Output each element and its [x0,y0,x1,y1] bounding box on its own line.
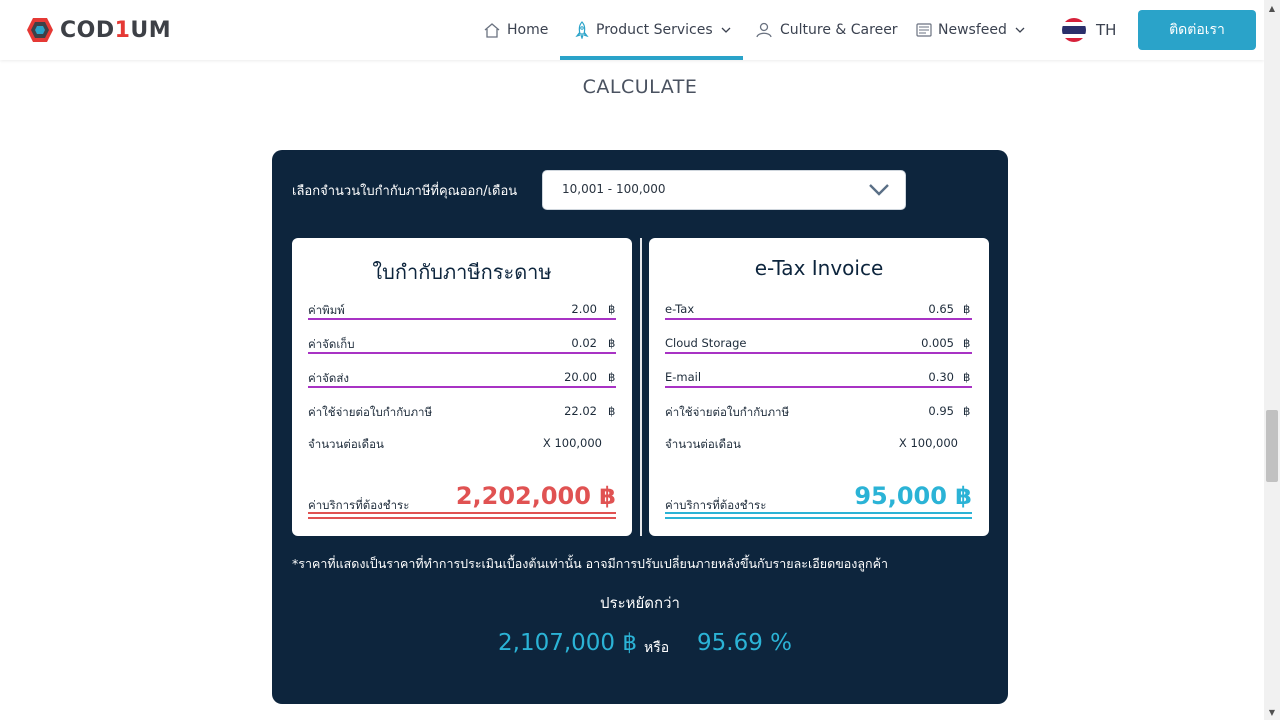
contact-us-button[interactable]: ติดต่อเรา [1138,10,1256,50]
paper-row-underline [308,386,616,388]
nav-product-services-label: Product Services [596,22,713,38]
scroll-down-arrow-icon[interactable]: ▼ [1264,704,1280,720]
etax-row-underline [665,386,972,388]
home-icon [483,22,501,38]
codium-logo[interactable]: COD1UM [26,16,171,44]
etax-row-label: ค่าใช้จ่ายต่อใบกำกับภาษี [665,405,790,419]
baht-unit: ฿ [608,336,616,350]
etax-row-value: 0.005 [921,336,954,350]
baht-unit: ฿ [608,302,616,316]
nav-home[interactable]: Home [483,0,548,60]
scrollbar-thumb[interactable] [1266,410,1278,482]
nav-newsfeed-label: Newsfeed [938,22,1007,38]
language-label: TH [1096,21,1117,39]
etax-row-label: e-Tax [665,302,695,316]
paper-row-value: 20.00 [564,370,597,384]
scroll-up-arrow-icon[interactable]: ▲ [1264,0,1280,16]
baht-unit: ฿ [608,404,616,418]
invoice-count-value[interactable]: 10,001 - 100,000 [562,182,666,196]
nav-culture-career[interactable]: Culture & Career [756,0,898,60]
savings-title: ประหยัดกว่า [600,594,680,612]
chevron-down-icon[interactable] [868,182,890,201]
etax-row-underline [665,318,972,320]
newspaper-icon [916,23,932,37]
logo-text-accent: 1 [114,17,131,43]
paper-row-value: 2.00 [571,302,597,316]
chevron-down-icon [721,27,731,33]
etax-row-value: 0.95 [928,404,954,418]
paper-monthly-label: จำนวนต่อเดือน [308,437,384,451]
chevron-down-icon [1015,27,1025,33]
baht-unit: ฿ [963,302,971,316]
pricing-disclaimer: *ราคาที่แสดงเป็นราคาที่ทำการประเมินเบื้อ… [292,556,888,571]
etax-total-underline [665,512,972,514]
etax-row-value: 0.30 [928,370,954,384]
etax-total-value: 95,000 ฿ [854,482,972,510]
codium-logo-mark-icon [27,18,53,42]
paper-total-underline [308,512,616,514]
savings-or: หรือ [644,640,670,656]
etax-row-label: E-mail [665,370,702,384]
etax-row-value: 0.65 [928,302,954,316]
invoice-count-label: เลือกจำนวนใบกำกับภาษีที่คุณออก/เดือน [292,184,518,199]
paper-row-value: 0.02 [571,336,597,350]
baht-unit: ฿ [608,370,616,384]
paper-total-underline [308,517,616,519]
baht-unit: ฿ [963,404,971,418]
logo-wordmark: COD1UM [60,18,171,43]
paper-row-underline [308,318,616,320]
section-heading: CALCULATE [582,76,698,98]
etax-total-underline [665,517,972,519]
user-icon [756,22,774,38]
nav-product-services[interactable]: Product Services [574,0,731,60]
thai-flag-icon [1062,18,1086,42]
logo-text-b: UM [130,17,172,43]
rocket-icon [574,21,590,39]
etax-monthly-label: จำนวนต่อเดือน [665,437,741,451]
baht-unit: ฿ [963,370,971,384]
etax-card-title: e-Tax Invoice [754,256,884,280]
paper-row-label: ค่าใช้จ่ายต่อใบกำกับภาษี [308,405,433,419]
language-switcher[interactable]: TH [1062,18,1116,42]
nav-newsfeed[interactable]: Newsfeed [916,0,1025,60]
paper-row-value: 22.02 [564,404,597,418]
etax-monthly-value: X 100,000 [898,436,958,450]
logo-text-a: COD [60,17,115,43]
etax-row-underline [665,352,972,354]
nav-home-label: Home [507,22,549,38]
paper-total-value: 2,202,000 ฿ [455,482,616,510]
nav-active-indicator [560,56,743,60]
baht-unit: ฿ [963,336,971,350]
cards-divider [640,238,642,536]
savings-percent: 95.69 % [697,630,793,656]
nav-culture-career-label: Culture & Career [780,22,898,38]
paper-monthly-value: X 100,000 [542,436,602,450]
paper-card-title: ใบกำกับภาษีกระดาษ [372,260,552,284]
savings-amount: 2,107,000 ฿ [498,630,637,656]
paper-row-underline [308,352,616,354]
etax-row-label: Cloud Storage [665,336,747,350]
